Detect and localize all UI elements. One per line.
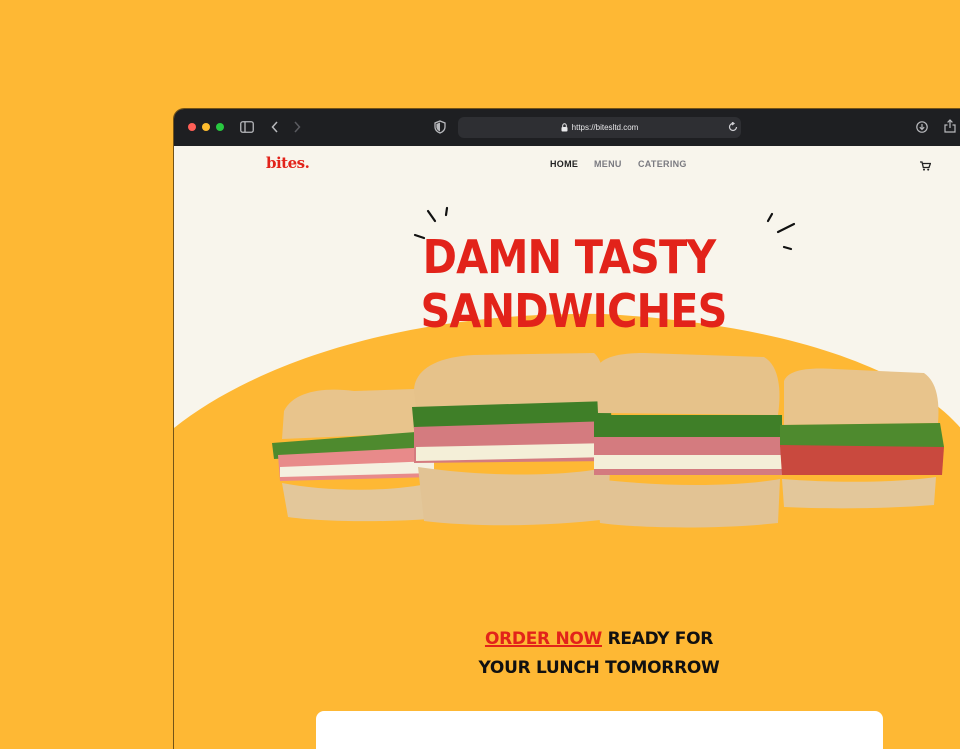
browser-window: https://bitesltd.com bites. HOME MENU CA…: [174, 109, 960, 749]
share-icon[interactable]: [944, 119, 956, 133]
minimize-window-button[interactable]: [202, 123, 210, 131]
zoom-window-button[interactable]: [216, 123, 224, 131]
sandwich-hero-image: [272, 353, 944, 528]
forward-icon[interactable]: [293, 121, 301, 133]
lock-icon: [561, 123, 568, 132]
order-line-2: YOUR LUNCH TOMORROW: [478, 658, 720, 678]
back-icon[interactable]: [271, 121, 279, 133]
address-bar[interactable]: https://bitesltd.com: [458, 117, 741, 138]
hero-headline-line1: DAMN TASTY: [422, 230, 717, 284]
web-page: bites. HOME MENU CATERING DAMN TASTY SAN…: [174, 146, 960, 749]
reload-icon[interactable]: [728, 122, 738, 132]
order-now-link[interactable]: ORDER NOW: [485, 629, 602, 649]
order-card: [316, 711, 883, 749]
download-icon[interactable]: [916, 121, 928, 133]
hero-headline-line2: SANDWICHES: [420, 284, 728, 338]
privacy-shield-icon[interactable]: [434, 120, 446, 134]
url-text: https://bitesltd.com: [571, 123, 639, 132]
order-ready-text: READY FOR: [607, 629, 714, 649]
order-line-1: ORDER NOW READY FOR: [434, 629, 764, 649]
browser-toolbar: https://bitesltd.com: [174, 109, 960, 146]
sidebar-toggle-icon[interactable]: [240, 121, 254, 133]
close-window-button[interactable]: [188, 123, 196, 131]
